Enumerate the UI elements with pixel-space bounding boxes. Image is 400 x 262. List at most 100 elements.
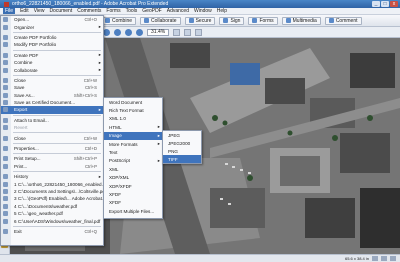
minimize-button[interactable]: _: [372, 1, 380, 7]
menu-item-postscript[interactable]: PostScript ▸: [104, 157, 162, 165]
menu-item-label: Save as Certified Document...: [14, 100, 76, 106]
menu-item-properties[interactable]: Properties... Ctrl+D: [1, 145, 103, 152]
menu-item-xdp-xfdf[interactable]: XDP/XFDF: [104, 182, 162, 190]
menu-separator: [13, 49, 101, 51]
menu-item-label: Print...: [14, 163, 28, 169]
menu-item-combine[interactable]: Combine ▸: [1, 59, 103, 66]
menu-item-label: 3 C:\...\(GeoPdf) Enabled\... Adobe Acro…: [14, 196, 110, 202]
menu-item-save-as-certified-document[interactable]: Save as Certified Document...: [1, 99, 103, 106]
menu-item-xml[interactable]: XML: [104, 165, 162, 173]
menu-tools[interactable]: Tools: [126, 8, 138, 14]
menu-item-shortcut: Shift+Ctrl+P: [73, 156, 97, 162]
menu-item-print[interactable]: Print... Ctrl+P: [1, 163, 103, 170]
menu-item-tiff[interactable]: TIFF: [163, 155, 201, 163]
menu-item-history[interactable]: History ▸: [1, 173, 103, 180]
image-submenu-items: JPEG JPEG2000 PNG TIFF: [163, 131, 201, 163]
previous-page-icon[interactable]: [103, 28, 110, 36]
menu-geopdf[interactable]: GeoPDF: [142, 8, 161, 14]
menu-item-rich-text-format[interactable]: Rich Text Format: [104, 106, 162, 114]
single-page-icon[interactable]: [372, 256, 378, 261]
menu-item-label: 2 C:\Documents and Settings\...\Coltsvil…: [14, 189, 107, 194]
menu-item-label: Close: [14, 135, 26, 141]
menu-item-label: Open...: [14, 17, 30, 23]
comment-button[interactable]: Comment: [324, 16, 362, 25]
next-page-icon[interactable]: [114, 28, 121, 36]
continuous-page-icon[interactable]: [381, 256, 387, 261]
menu-item-shortcut: Ctrl+S: [84, 85, 97, 91]
menu-item-4-c-documents-weather-pdf[interactable]: 4 C:\...\Documents\weather.pdf: [1, 203, 103, 210]
collaborate-button[interactable]: Collaborate: [140, 16, 181, 25]
menu-item-save-as[interactable]: Save As... Shift+Ctrl+S: [1, 92, 103, 99]
menu-item-jpeg2000[interactable]: JPEG2000: [163, 139, 201, 147]
menu-item-label: More Formats: [109, 141, 138, 147]
menu-item-organizer[interactable]: Organizer ▸: [1, 23, 103, 30]
menu-item-export[interactable]: Export ▸: [1, 106, 103, 114]
menu-item-png[interactable]: PNG: [163, 147, 201, 155]
close-button[interactable]: x: [390, 1, 398, 7]
fit-page-icon[interactable]: [173, 28, 181, 36]
forms-button[interactable]: Forms: [248, 16, 278, 25]
two-up-icon[interactable]: [390, 256, 396, 261]
menu-item-3-c-geopdf-enabled-adobe-acrob[interactable]: 3 C:\...\(GeoPdf) Enabled\... Adobe Acro…: [1, 195, 110, 202]
menu-item-html[interactable]: HTML ▸: [104, 123, 162, 131]
find-icon[interactable]: [195, 28, 203, 36]
menu-item-exit[interactable]: Exit Ctrl+Q: [1, 228, 103, 235]
menu-item-xml-1-0[interactable]: XML 1.0: [104, 115, 162, 123]
menu-item-text[interactable]: Text: [104, 148, 162, 156]
combine-icon: [105, 18, 110, 23]
menu-advanced[interactable]: Advanced: [167, 8, 189, 14]
menu-item-label: XFDF: [109, 200, 121, 206]
sign-button[interactable]: Sign: [219, 16, 245, 25]
menu-item-create-pdf[interactable]: Create PDF ▸: [1, 52, 103, 59]
menu-item-close[interactable]: Close Ctrl+W: [1, 77, 103, 84]
menu-item-export-multiple-files[interactable]: Export Multiple Files...: [104, 207, 162, 215]
menu-edit[interactable]: Edit: [20, 8, 29, 14]
combine-button[interactable]: Combine: [101, 16, 137, 25]
menu-item-close[interactable]: Close Ctrl+W: [1, 134, 103, 141]
fit-width-icon[interactable]: [184, 28, 192, 36]
menu-item-open[interactable]: Open... Ctrl+O: [1, 16, 103, 23]
menu-item-revert[interactable]: Revert: [1, 124, 103, 131]
menu-item-print-setup[interactable]: Print Setup... Shift+Ctrl+P: [1, 155, 103, 162]
menu-item-jpeg[interactable]: JPEG: [163, 131, 201, 139]
menu-file[interactable]: File: [3, 8, 16, 14]
menu-document[interactable]: Document: [49, 8, 72, 14]
menu-item-xdp-xml[interactable]: XDP/XML: [104, 174, 162, 182]
maximize-button[interactable]: □: [381, 1, 389, 7]
menu-item-icon: [3, 125, 8, 131]
menu-item-icon: [3, 174, 8, 180]
menu-view[interactable]: View: [34, 8, 45, 14]
menu-item-1-c-ortho6-22821450-180066-ena[interactable]: 1 C:\...\ortho6_22821450_180066_enabled.…: [1, 180, 109, 187]
secure-label: Secure: [195, 17, 212, 24]
zoom-in-icon[interactable]: [136, 28, 143, 36]
menu-item-2-c-documents-and-settings-col[interactable]: 2 C:\Documents and Settings\...\Coltsvil…: [1, 188, 107, 195]
menu-item-save[interactable]: Save Ctrl+S: [1, 84, 103, 91]
menu-item-label: Text: [109, 150, 118, 156]
title-bar: ortho6_22821450_180066_enabled.pdf - Ado…: [0, 0, 400, 8]
menu-item-modify-pdf-portfolio[interactable]: Modify PDF Portfolio: [1, 41, 103, 48]
submenu-arrow-icon: ▸: [98, 67, 101, 73]
menu-item-image[interactable]: Image ▸: [104, 131, 162, 140]
menu-item-6-c-user-ads-windows-weather-f[interactable]: 6 C:\User\ADS\Windows\weather_final.pdf: [1, 217, 103, 224]
zoom-field[interactable]: 31.4%: [147, 28, 170, 36]
menu-item-icon: [3, 107, 8, 113]
menu-comments[interactable]: Comments: [77, 8, 101, 14]
menu-item-more-formats[interactable]: More Formats ▸: [104, 140, 162, 148]
menu-help[interactable]: Help: [217, 8, 227, 14]
menu-forms[interactable]: Forms: [106, 8, 120, 14]
secure-button[interactable]: Secure: [184, 16, 216, 25]
multimedia-button[interactable]: Multimedia: [281, 16, 321, 25]
menu-item-word-document[interactable]: Word Document: [104, 98, 162, 106]
multimedia-label: Multimedia: [292, 17, 317, 24]
menu-item-icon: [3, 85, 8, 91]
menu-separator: [13, 31, 101, 33]
menu-item-collaborate[interactable]: Collaborate ▸: [1, 66, 103, 73]
menu-item-xfdf[interactable]: XFDF: [104, 190, 162, 198]
menu-item-5-c-geo-weather-pdf[interactable]: 5 C:\...\geo_weather.pdf: [1, 210, 103, 217]
menu-item-xfdf[interactable]: XFDF: [104, 199, 162, 207]
menu-window[interactable]: Window: [194, 8, 212, 14]
zoom-out-icon[interactable]: [125, 28, 132, 36]
menu-item-attach-to-email[interactable]: Attach to Email...: [1, 117, 103, 124]
export-submenu-items: Word Document Rich Text Format XML 1.0 HTML…: [104, 98, 162, 215]
menu-item-create-pdf-portfolio[interactable]: Create PDF Portfolio: [1, 34, 103, 41]
